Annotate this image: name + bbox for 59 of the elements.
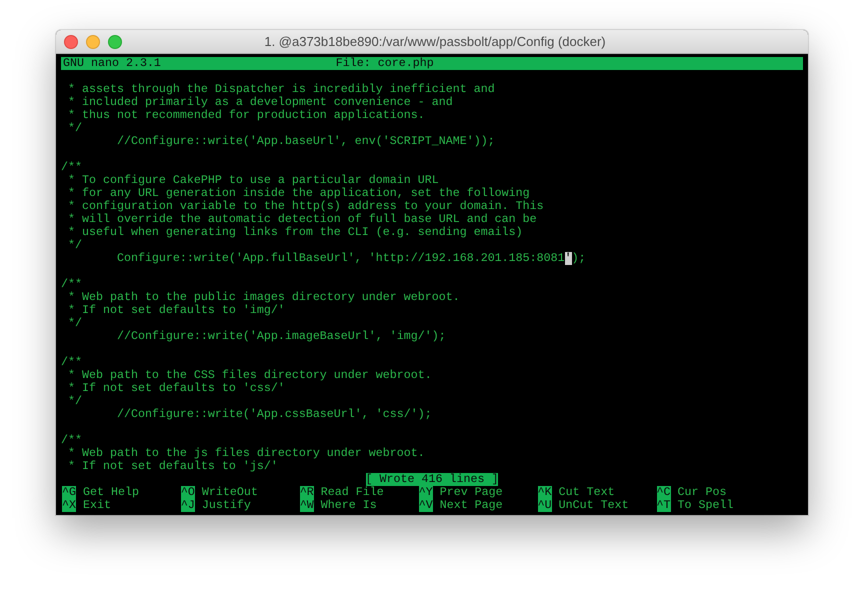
code-line: */ [66,317,82,330]
shortcut-label: WriteOut [202,486,258,499]
code-line: /** [61,161,82,174]
code-line: * Web path to the js files directory under webroot. [66,447,425,460]
shortcut-label: Next Page [440,499,503,512]
shortcut-label: Justify [202,499,251,512]
program-version: GNU nano 2.3.1 [63,57,161,70]
code-line: Configure::write('App.fullBaseUrl', 'http://192.168.201.185:8081 [116,252,565,265]
code-line: * will override the automatic detection of full base URL and can be [66,213,537,226]
code-line: * configuration variable to the http(s) address to your domain. This [66,200,544,213]
shortcut-key: ^W [300,499,314,512]
text-cursor: ' [564,252,572,265]
status-message: [ Wrote 416 lines ] [366,473,498,486]
code-line: * If not set defaults to 'js/' [66,460,278,473]
code-line: //Configure::write('App.imageBaseUrl', 'img/'); [116,330,446,343]
close-button[interactable] [64,34,78,48]
code-line: */ [66,395,82,408]
window-title: 1. @a373b18be890:/var/www/passbolt/app/Config (docker) [263,34,607,49]
shortcut-label: Cut Text [558,486,615,499]
shortcut-label: UnCut Text [558,499,629,512]
shortcut-key: ^O [180,486,195,499]
code-line: * assets through the Dispatcher is incredibly inefficient and [66,83,495,96]
shortcut-key: ^K [538,486,552,499]
code-line: * If not set defaults to 'img/' [66,304,285,317]
code-line: /** [61,356,82,369]
code-line: ); [572,252,586,265]
code-line: * To configure CakePHP to use a particular domain URL [66,174,439,187]
shortcut-label: To Spell [678,499,734,512]
code-line: * If not set defaults to 'css/' [66,382,285,395]
shortcut-label: Prev Page [440,486,503,499]
minimize-button[interactable] [86,34,100,48]
shortcut-key: ^R [300,486,314,499]
code-line: /** [61,278,82,291]
shortcut-key: ^J [180,499,195,512]
code-line: * Web path to the public images directory under webroot. [66,291,460,304]
code-line: */ [66,239,82,252]
code-line: //Configure::write('App.cssBaseUrl', 'css/'); [116,408,432,421]
code-line: * useful when generating links from the CLI (e.g. sending emails) [66,226,523,239]
shortcut-key: ^V [418,499,433,512]
shortcut-key: ^G [62,486,76,499]
shortcut-label: Exit [82,499,111,512]
code-line: * Web path to the CSS files directory under webroot. [66,369,432,382]
shortcut-key: ^Y [418,486,433,499]
shortcut-label: Where Is [320,499,377,512]
code-line: */ [66,122,82,135]
shortcut-label: Read File [320,486,384,499]
shortcut-label: Get Help [82,486,139,499]
shortcut-key: ^C [656,486,671,499]
shortcut-key: ^U [538,499,552,512]
shortcut-key: ^T [656,499,671,512]
code-line: * for any URL generation inside the application, set the following [66,187,530,200]
code-line: * thus not recommended for production applications. [66,109,425,122]
zoom-button[interactable] [108,34,122,48]
file-name: File: core.php [336,57,434,70]
shortcut-key: ^X [62,499,76,512]
code-line: * included primarily as a development convenience - and [66,96,453,109]
code-line: //Configure::write('App.baseUrl', env('SCRIPT_NAME')); [116,135,495,148]
code-line: /** [61,434,82,447]
shortcut-label: Cur Pos [678,486,726,499]
